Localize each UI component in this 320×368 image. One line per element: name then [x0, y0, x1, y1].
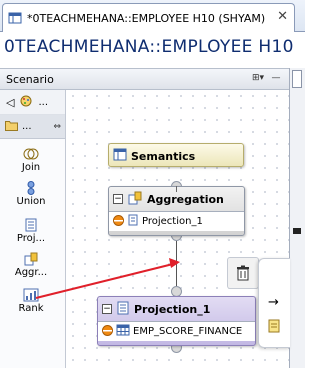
palette-item-label: Rank: [18, 303, 44, 314]
projection-icon: [116, 301, 130, 318]
palette-item-label: Union: [16, 196, 46, 207]
close-icon[interactable]: ✕: [277, 10, 288, 23]
palette-item-rank[interactable]: Rank: [0, 288, 62, 314]
palette-more[interactable]: ...: [38, 97, 48, 108]
semantics-node-label: Semantics: [131, 149, 196, 163]
join-status-icon: [113, 214, 124, 229]
palette-item-union[interactable]: Union: [0, 181, 62, 207]
page-title: 0TEACHMEHANA::EMPLOYEE H10: [4, 37, 294, 57]
note-icon[interactable]: [268, 319, 280, 336]
editor-tab-title: *0TEACHMEHANA::EMPLOYEE H10 (SHYAM): [27, 11, 266, 25]
trash-icon[interactable]: [227, 257, 259, 289]
back-icon[interactable]: ◁: [6, 96, 14, 109]
palette-settings-icon[interactable]: [20, 95, 32, 110]
aggregation-icon: [23, 252, 39, 266]
projection-input-row[interactable]: EMP_SCORE_FINANCE: [98, 321, 255, 341]
tool-palette: ◁ ... ... ⇔ Join Union Proj... Aggr... R…: [0, 90, 66, 368]
semantics-icon: [113, 148, 127, 164]
minimize-icon[interactable]: —: [269, 72, 283, 85]
projection-node[interactable]: − Projection_1 EMP_SCORE_FINANCE: [97, 296, 256, 346]
aggregation-node[interactable]: − Aggregation Projection_1: [108, 186, 245, 236]
aggregation-icon: [127, 191, 143, 208]
join-icon: [23, 147, 39, 161]
projection-input-label: EMP_SCORE_FINANCE: [133, 326, 243, 337]
calc-view-icon: [8, 11, 22, 25]
editor-tab[interactable]: *0TEACHMEHANA::EMPLOYEE H10 (SHYAM) ✕: [2, 3, 295, 32]
palette-item-label: Aggr...: [14, 267, 48, 278]
palette-folder[interactable]: ... ⇔: [0, 115, 65, 139]
palette-item-join[interactable]: Join: [0, 147, 62, 173]
palette-item-projection[interactable]: Proj...: [0, 218, 62, 244]
palette-expand-icon[interactable]: ⇔: [53, 122, 61, 132]
union-icon: [23, 181, 39, 195]
editor-window: *0TEACHMEHANA::EMPLOYEE H10 (SHYAM) ✕ 0T…: [0, 0, 305, 368]
aggregation-input-label: Projection_1: [142, 216, 203, 227]
properties-strip: [289, 68, 305, 368]
projection-node-label: Projection_1: [134, 302, 211, 316]
semantics-node[interactable]: Semantics: [108, 143, 244, 167]
editor-tab-bar: *0TEACHMEHANA::EMPLOYEE H10 (SHYAM) ✕: [0, 0, 305, 32]
collapse-toggle[interactable]: −: [113, 194, 123, 204]
palette-nav: ◁ ...: [0, 90, 65, 115]
projection-icon: [23, 218, 39, 232]
palette-item-aggregation[interactable]: Aggr...: [0, 252, 62, 278]
aggregation-node-label: Aggregation: [147, 192, 224, 206]
scenario-header: Scenario ⊞▾ —: [0, 68, 289, 90]
layout-menu-icon[interactable]: ⊞▾: [251, 72, 265, 85]
connect-arrow-icon[interactable]: →: [268, 295, 279, 310]
scenario-canvas[interactable]: Semantics − Aggregation Projection_1 − P…: [67, 90, 289, 368]
rank-icon: [23, 288, 39, 302]
projection-icon: [127, 214, 139, 229]
context-popup: →: [258, 258, 290, 348]
table-icon: [116, 324, 130, 339]
expand-marker-icon[interactable]: [293, 228, 301, 234]
join-status-icon: [102, 324, 113, 339]
palette-item-label: Proj...: [16, 233, 46, 244]
palette-folder-label: ...: [22, 121, 32, 132]
restore-panel-icon[interactable]: [292, 70, 302, 88]
palette-item-label: Join: [21, 162, 41, 173]
collapse-toggle[interactable]: −: [102, 304, 112, 314]
folder-icon: [5, 120, 18, 134]
scenario-label: Scenario: [6, 72, 54, 86]
aggregation-input-row[interactable]: Projection_1: [109, 211, 244, 231]
